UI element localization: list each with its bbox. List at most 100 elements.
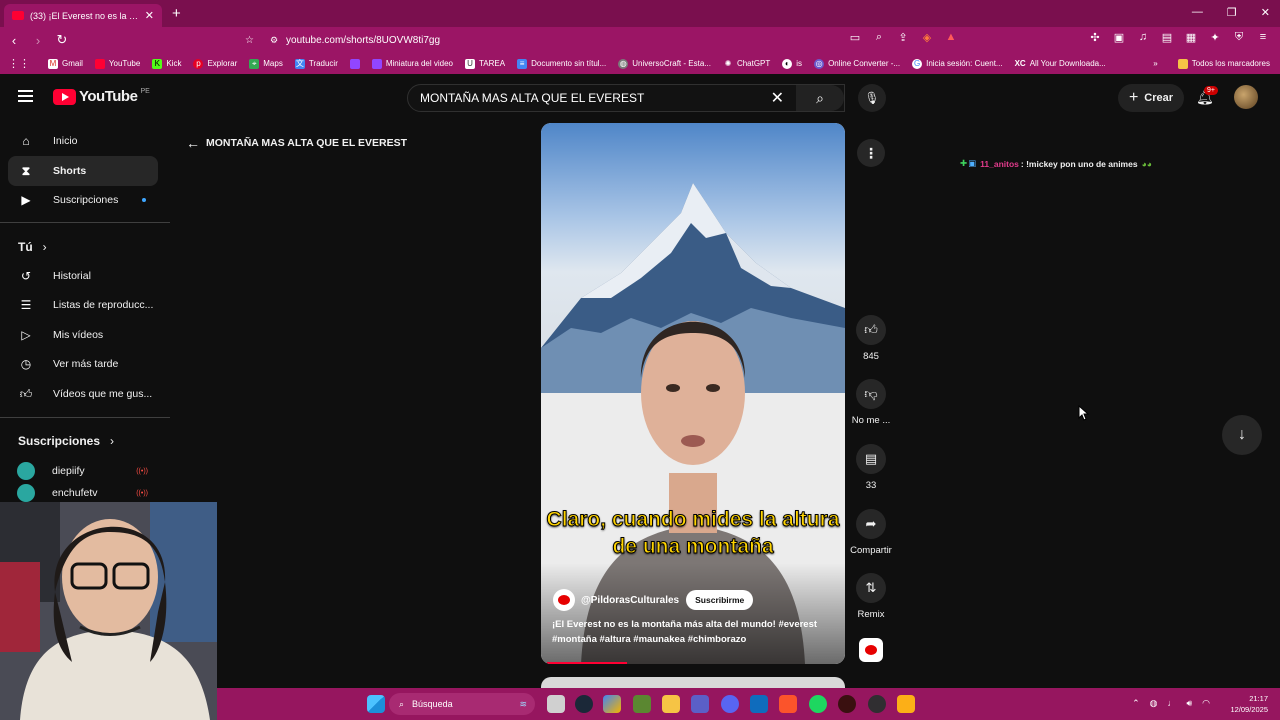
sidebar-item-shorts[interactable]: ⧗ Shorts — [8, 156, 158, 186]
task-view-icon[interactable] — [547, 695, 565, 713]
sidebar-item-listas[interactable]: ☰ Listas de reproducc... — [8, 290, 158, 320]
dislike-button[interactable]: 👎︎ No me ... — [848, 379, 894, 426]
app-icon[interactable] — [838, 695, 856, 713]
next-video-button[interactable]: ↓ — [1222, 415, 1262, 455]
obs-icon[interactable] — [868, 695, 886, 713]
microphone-icon[interactable]: ♩ — [1167, 698, 1176, 709]
sidebar-icon[interactable]: ▤ — [1160, 31, 1174, 44]
search-input[interactable]: MONTAÑA MAS ALTA QUE EL EVEREST — [420, 91, 644, 105]
sidebar-item-suscripciones[interactable]: ▶︎ Suscripciones — [8, 185, 158, 215]
search-button[interactable]: ⌕ — [796, 85, 844, 111]
shorts-video-player[interactable]: Claro, cuando mides la altura de una mon… — [541, 123, 845, 664]
new-tab-button[interactable]: + — [172, 5, 181, 22]
more-options-button[interactable]: ⋮ — [857, 139, 885, 167]
bookmark-inicia-sesion[interactable]: G Inicia sesión: Cuent... — [912, 58, 1003, 69]
bookmark-tarea[interactable]: U TAREA — [465, 58, 505, 69]
rockstar-icon[interactable] — [897, 695, 915, 713]
share-icon[interactable]: ⇪ — [896, 31, 910, 44]
bookmark-kick[interactable]: K Kick — [152, 58, 181, 69]
back-to-search[interactable]: ← MONTAÑA MAS ALTA QUE EL EVEREST — [186, 135, 407, 151]
bookmark-miniatura[interactable]: Miniatura del video — [371, 58, 453, 69]
bookmark-universocraft[interactable]: ◍ UniversoCraft - Esta... — [618, 58, 711, 69]
taskbar-search[interactable]: ⌕ Búsqueda ≋ — [389, 693, 535, 715]
wallet-icon[interactable]: ▦ — [1184, 31, 1198, 44]
account-avatar[interactable] — [1234, 85, 1258, 109]
sound-source-button[interactable] — [848, 638, 894, 668]
like-button[interactable]: 👍︎ 845 — [848, 315, 894, 362]
bookmark-youtube[interactable]: YouTube — [94, 58, 140, 69]
file-explorer-icon[interactable] — [662, 695, 680, 713]
sidebar-item-me-gusta[interactable]: 👍︎ Vídeos que me gus... — [8, 379, 158, 409]
bookmark-maps[interactable]: ⌖ Maps — [249, 58, 283, 69]
bookmark-is[interactable]: ◐ is — [782, 58, 802, 69]
video-description[interactable]: ¡El Everest no es la montaña más alta de… — [552, 617, 832, 647]
sidebar-section-suscripciones[interactable]: Suscripciones › — [18, 434, 114, 448]
discord-icon[interactable] — [721, 695, 739, 713]
minecraft-icon[interactable] — [633, 695, 651, 713]
video-progress-bar[interactable] — [547, 662, 627, 664]
menu-icon[interactable]: ≡ — [1256, 31, 1270, 44]
chevron-up-icon[interactable]: ⌃ — [1132, 698, 1140, 709]
clear-search-icon[interactable]: ✕ — [771, 88, 784, 108]
brave-shield-icon[interactable]: ◈ — [920, 31, 934, 44]
back-arrow-icon[interactable]: ‹ — [4, 33, 24, 48]
outlook-icon[interactable] — [750, 695, 768, 713]
subscribe-button[interactable]: Suscribirme — [686, 590, 754, 610]
rewards-icon[interactable]: ▲ — [944, 31, 958, 44]
bookmark-twitch[interactable] — [349, 58, 364, 69]
vpn-icon[interactable]: ⛨ — [1232, 31, 1246, 44]
zoom-icon[interactable]: ⌕ — [872, 31, 886, 44]
spotify-icon[interactable] — [809, 695, 827, 713]
widgets-icon[interactable] — [603, 695, 621, 713]
steam-icon[interactable] — [575, 695, 593, 713]
create-button[interactable]: + Crear — [1118, 84, 1184, 112]
taskbar-clock[interactable]: 21:17 12/09/2025 — [1230, 693, 1268, 715]
apps-icon[interactable]: ⋮⋮ — [8, 57, 30, 70]
bookmark-gmail[interactable]: M Gmail — [48, 58, 83, 69]
network-app-icon[interactable]: ◍ — [1150, 698, 1158, 709]
youtube-logo[interactable]: YouTube PE — [53, 88, 150, 105]
search-box[interactable]: MONTAÑA MAS ALTA QUE EL EVEREST ✕ ⌕ — [407, 84, 845, 112]
sidebar-sub-enchufetv[interactable]: enchufetv ((•)) — [8, 484, 158, 502]
share-button[interactable]: ➦ Compartir — [848, 509, 894, 556]
sidebar-item-ver-mas-tarde[interactable]: ◷ Ver más tarde — [8, 349, 158, 379]
comments-button[interactable]: ▤ 33 — [848, 444, 894, 491]
bookmark-star-icon[interactable]: ☆ — [245, 35, 254, 46]
bookmark-online-converter[interactable]: ◎ Online Converter -... — [814, 58, 900, 69]
channel-name[interactable]: @PildorasCulturales — [581, 595, 679, 606]
channel-avatar[interactable] — [553, 589, 575, 611]
bookmark-explorar[interactable]: p Explorar — [193, 58, 237, 69]
remix-button[interactable]: ⇅ Remix — [848, 573, 894, 620]
browser-tab-active[interactable]: (33) ¡El Everest no es la mont ✕ — [4, 4, 162, 27]
more-bookmarks-icon[interactable]: » — [1153, 59, 1157, 68]
close-window-button[interactable]: ✕ — [1261, 6, 1270, 19]
bookmark-chatgpt[interactable]: ✺ ChatGPT — [723, 59, 771, 69]
windows-start-icon[interactable] — [367, 695, 385, 713]
extensions-icon[interactable]: ✣ — [1088, 31, 1102, 44]
bookmark-traducir[interactable]: 文 Traducir — [294, 58, 338, 69]
music-icon[interactable]: ♫ — [1136, 31, 1150, 44]
close-tab-icon[interactable]: ✕ — [145, 9, 154, 22]
wifi-icon[interactable]: ◠ — [1202, 698, 1210, 709]
tab-manager-icon[interactable]: ▣ — [1112, 31, 1126, 44]
sidebar-sub-diepiify[interactable]: diepiify ((•)) — [8, 456, 158, 486]
sidebar-item-mis-videos[interactable]: ▷ Mis vídeos — [8, 320, 158, 350]
reload-icon[interactable]: ↻ — [52, 32, 72, 48]
forward-arrow-icon[interactable]: › — [28, 33, 48, 48]
cast-icon[interactable]: ▭ — [848, 31, 862, 44]
restore-button[interactable]: ❐ — [1227, 6, 1237, 19]
site-info-icon[interactable]: ⚙ — [270, 35, 278, 46]
ai-icon[interactable]: ✦ — [1208, 31, 1222, 44]
sidebar-section-tu[interactable]: Tú › — [18, 240, 47, 254]
hamburger-menu-icon[interactable] — [18, 90, 33, 102]
teams-icon[interactable] — [691, 695, 709, 713]
sidebar-item-historial[interactable]: ↺ Historial — [8, 261, 158, 291]
brave-icon[interactable] — [779, 695, 797, 713]
volume-icon[interactable]: 🔊︎ — [1186, 698, 1192, 709]
bookmarks-folder[interactable]: Todos los marcadores — [1177, 58, 1270, 69]
voice-search-button[interactable]: 🎙︎ — [858, 84, 886, 112]
bookmark-documento[interactable]: ≡ Documento sin títul... — [517, 58, 606, 69]
sidebar-item-inicio[interactable]: ⌂ Inicio — [8, 126, 158, 156]
bookmark-all-your-downloads[interactable]: XC All Your Downloada... — [1015, 59, 1106, 69]
minimize-button[interactable]: — — [1192, 6, 1203, 19]
